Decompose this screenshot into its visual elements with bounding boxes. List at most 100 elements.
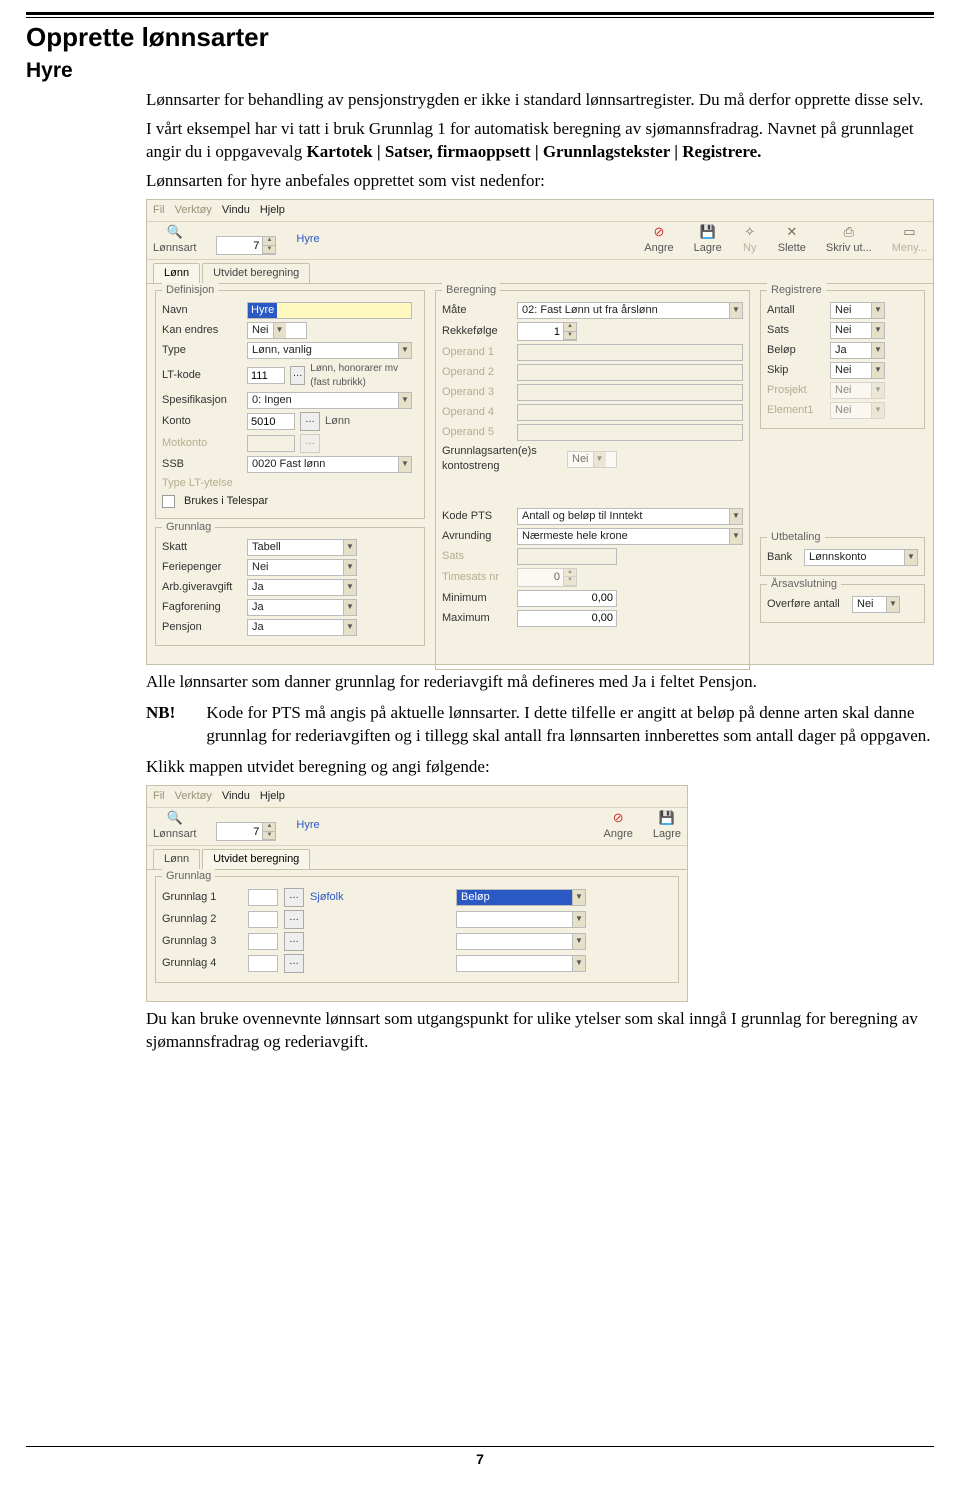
arbgiveravgift-dropdown[interactable]: Ja▼ bbox=[247, 579, 357, 596]
delete-icon: ✕ bbox=[784, 224, 800, 240]
tab-lonn[interactable]: Lønn bbox=[153, 263, 200, 283]
tab-utvidet-beregning[interactable]: Utvidet beregning bbox=[202, 263, 310, 283]
grunnlag-2-browse-button[interactable]: … bbox=[284, 910, 304, 929]
skatt-dropdown[interactable]: Tabell▼ bbox=[247, 539, 357, 556]
label-grunnlag-1: Grunnlag 1 bbox=[162, 890, 242, 905]
rekkefolge-spinner[interactable]: ▲▼ bbox=[517, 322, 577, 341]
ssb-dropdown[interactable]: 0020 Fast lønn▼ bbox=[247, 456, 412, 473]
konto-input[interactable] bbox=[247, 413, 295, 430]
intro-paragraph-1: Lønnsarter for behandling av pensjonstry… bbox=[146, 89, 934, 112]
grunnlag-2-dropdown[interactable]: ▼ bbox=[456, 911, 586, 928]
label-operand-3: Operand 3 bbox=[442, 385, 512, 400]
spesifikasjon-dropdown[interactable]: 0: Ingen▼ bbox=[247, 392, 412, 409]
lt-kode-browse-button[interactable]: … bbox=[290, 366, 305, 385]
label-grunnlag-3: Grunnlag 3 bbox=[162, 934, 242, 949]
avrunding-dropdown[interactable]: Nærmeste hele krone▼ bbox=[517, 528, 743, 545]
operand-5-input bbox=[517, 424, 743, 441]
toolbar2-lonnsart[interactable]: 🔍Lønnsart bbox=[153, 810, 196, 842]
group-beregning-title: Beregning bbox=[442, 283, 500, 298]
menu-verktoy[interactable]: Verktøy bbox=[175, 203, 212, 218]
fagforening-dropdown[interactable]: Ja▼ bbox=[247, 599, 357, 616]
toolbar2-lagre[interactable]: 💾Lagre bbox=[653, 810, 681, 842]
menu2-hjelp[interactable]: Hjelp bbox=[260, 789, 285, 804]
rekkefolge-input[interactable] bbox=[518, 323, 563, 340]
lt-kode-input[interactable] bbox=[247, 367, 285, 384]
grunnlag-1-dropdown-value: Beløp bbox=[457, 890, 494, 905]
menu-hjelp[interactable]: Hjelp bbox=[260, 203, 285, 218]
grunnlag-4-browse-button[interactable]: … bbox=[284, 954, 304, 973]
belop-value: Ja bbox=[831, 343, 851, 358]
menu2-fil[interactable]: Fil bbox=[153, 789, 165, 804]
save-icon: 💾 bbox=[700, 224, 716, 240]
antall-dropdown[interactable]: Nei▼ bbox=[830, 302, 885, 319]
group-grunnlag: Grunnlag SkattTabell▼ FeriepengerNei▼ Ar… bbox=[155, 527, 425, 646]
menu-vindu[interactable]: Vindu bbox=[222, 203, 250, 218]
label-pensjon: Pensjon bbox=[162, 620, 242, 635]
tab2-utvidet-beregning[interactable]: Utvidet beregning bbox=[202, 849, 310, 869]
kode-pts-dropdown[interactable]: Antall og beløp til Inntekt▼ bbox=[517, 508, 743, 525]
label-type-lt-ytelse: Type LT-ytelse bbox=[162, 476, 282, 491]
skatt-value: Tabell bbox=[248, 540, 285, 555]
minimum-input[interactable] bbox=[517, 590, 617, 607]
overfore-dropdown[interactable]: Nei▼ bbox=[852, 596, 900, 613]
grunnlag-1-dropdown[interactable]: Beløp▼ bbox=[456, 889, 586, 906]
navn-field[interactable]: Hyre bbox=[247, 302, 412, 319]
print-icon: ⎙ bbox=[841, 224, 857, 240]
label-operand-5: Operand 5 bbox=[442, 425, 512, 440]
sats-reg-dropdown[interactable]: Nei▼ bbox=[830, 322, 885, 339]
toolbar-title: Hyre bbox=[296, 232, 319, 247]
grunnlag-4-input[interactable] bbox=[248, 955, 278, 972]
skip-dropdown[interactable]: Nei▼ bbox=[830, 362, 885, 379]
menu2-verktoy[interactable]: Verktøy bbox=[175, 789, 212, 804]
lonnsart-id-spinner[interactable]: ▲▼ bbox=[216, 236, 276, 255]
lonnsart-id-input-2[interactable] bbox=[217, 823, 262, 840]
bank-dropdown[interactable]: Lønnskonto▼ bbox=[804, 549, 918, 566]
grunnlag-4-dropdown[interactable]: ▼ bbox=[456, 955, 586, 972]
konto-browse-button[interactable]: … bbox=[300, 412, 320, 431]
label-ssb: SSB bbox=[162, 457, 242, 472]
grunnlag-3-browse-button[interactable]: … bbox=[284, 932, 304, 951]
menu2-vindu[interactable]: Vindu bbox=[222, 789, 250, 804]
motkonto-input bbox=[247, 435, 295, 452]
grunnlag-3-dropdown[interactable]: ▼ bbox=[456, 933, 586, 950]
label-mate: Måte bbox=[442, 303, 512, 318]
label-telespar: Brukes i Telespar bbox=[184, 494, 268, 509]
lonnsart-id-spinner-2[interactable]: ▲▼ bbox=[216, 822, 276, 841]
label-sats-reg: Sats bbox=[767, 323, 825, 338]
grunnlag-3-input[interactable] bbox=[248, 933, 278, 950]
label-rekkefolge: Rekkefølge bbox=[442, 324, 512, 339]
toolbar-angre[interactable]: ⊘Angre bbox=[644, 224, 673, 256]
tab2-lonn[interactable]: Lønn bbox=[153, 849, 200, 869]
timesats-input bbox=[518, 569, 563, 586]
toolbar-slette[interactable]: ✕Slette bbox=[778, 224, 806, 256]
menu-fil[interactable]: Fil bbox=[153, 203, 165, 218]
kan-endres-dropdown[interactable]: Nei▼ bbox=[247, 322, 307, 339]
group-grunnlag-title: Grunnlag bbox=[162, 520, 215, 535]
toolbar2-angre[interactable]: ⊘Angre bbox=[604, 810, 633, 842]
operand-4-input bbox=[517, 404, 743, 421]
pensjon-dropdown[interactable]: Ja▼ bbox=[247, 619, 357, 636]
kontostreng-value: Nei bbox=[568, 452, 593, 467]
feriepenger-dropdown[interactable]: Nei▼ bbox=[247, 559, 357, 576]
grunnlag-1-browse-button[interactable]: … bbox=[284, 888, 304, 907]
toolbar-meny: ▭Meny... bbox=[892, 224, 927, 256]
label-spesifikasjon: Spesifikasjon bbox=[162, 393, 242, 408]
toolbar-lagre[interactable]: 💾Lagre bbox=[694, 224, 722, 256]
telespar-checkbox[interactable] bbox=[162, 495, 175, 508]
toolbar-skriv-ut[interactable]: ⎙Skriv ut... bbox=[826, 224, 872, 256]
save-icon-2: 💾 bbox=[659, 810, 675, 826]
menu-bar: Fil Verktøy Vindu Hjelp bbox=[147, 200, 933, 222]
maximum-input[interactable] bbox=[517, 610, 617, 627]
belop-dropdown[interactable]: Ja▼ bbox=[830, 342, 885, 359]
type-dropdown[interactable]: Lønn, vanlig▼ bbox=[247, 342, 412, 359]
mate-dropdown[interactable]: 02: Fast Lønn ut fra årslønn▼ bbox=[517, 302, 743, 319]
operand-1-input bbox=[517, 344, 743, 361]
toolbar-lonnsart[interactable]: 🔍 Lønnsart bbox=[153, 224, 196, 256]
label-sats-bereg: Sats bbox=[442, 549, 512, 564]
lonnsart-id-input[interactable] bbox=[217, 237, 262, 254]
grunnlag-2-input[interactable] bbox=[248, 911, 278, 928]
toolbar-angre-label: Angre bbox=[644, 241, 673, 256]
toolbar-ny: ✧Ny bbox=[742, 224, 758, 256]
lt-kode-description: Lønn, honorarer mv (fast rubrikk) bbox=[310, 362, 418, 389]
grunnlag-1-input[interactable] bbox=[248, 889, 278, 906]
